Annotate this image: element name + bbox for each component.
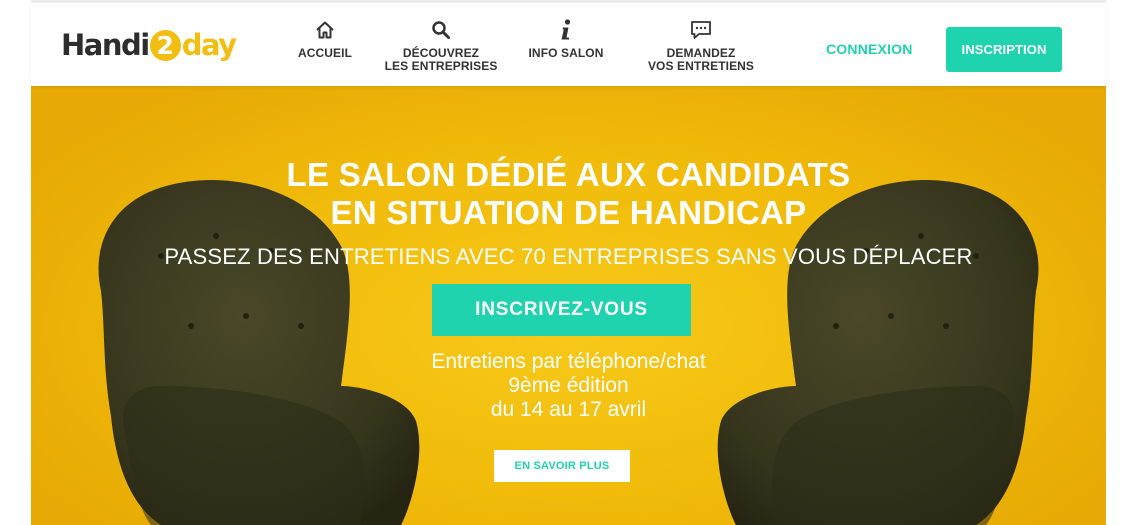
nav-item-demandez[interactable]: DEMANDEZ VOS ENTRETIENS: [631, 18, 771, 78]
event-format: Entretiens par téléphone/chat: [431, 350, 706, 373]
hero-title: LE SALON DÉDIÉ AUX CANDIDATS EN SITUATIO…: [31, 156, 1106, 232]
hero-subtitle: PASSEZ DES ENTRETIENS AVEC 70 ENTREPRISE…: [164, 244, 973, 269]
nav-item-label: ACCUEIL: [297, 46, 353, 60]
nav-item-label: INFO SALON: [528, 46, 604, 60]
chat-icon: [690, 18, 712, 42]
signup-button[interactable]: INSCRIPTION: [946, 27, 1062, 72]
hero-banner: LE SALON DÉDIÉ AUX CANDIDATS EN SITUATIO…: [31, 86, 1106, 525]
nav-item-label: DÉCOUVREZ LES ENTREPRISES: [384, 46, 498, 73]
event-edition: 9ème édition: [508, 374, 629, 397]
register-cta-button[interactable]: INSCRIVEZ-VOUS: [432, 284, 691, 336]
page: Handi 2 day ACCUEIL DÉCOUVREZ LES ENTREP…: [0, 0, 1140, 525]
hero-title-line: LE SALON DÉDIÉ AUX CANDIDATS: [286, 156, 851, 193]
search-icon: [431, 18, 451, 42]
site-logo[interactable]: Handi 2 day: [61, 17, 243, 73]
hero-title-line: EN SITUATION DE HANDICAP: [330, 194, 807, 231]
nav-item-accueil[interactable]: ACCUEIL: [285, 18, 365, 78]
login-link[interactable]: CONNEXION: [826, 41, 913, 57]
learn-more-button[interactable]: EN SAVOIR PLUS: [494, 450, 630, 482]
nav-item-label: DEMANDEZ VOS ENTRETIENS: [647, 46, 755, 73]
logo-wordmark: Handi 2 day: [61, 27, 237, 62]
home-icon: [315, 18, 335, 42]
site-header: Handi 2 day ACCUEIL DÉCOUVREZ LES ENTREP…: [31, 0, 1106, 86]
event-details: Entretiens par téléphone/chat 9ème éditi…: [31, 350, 1106, 422]
nav-item-decouvrez[interactable]: DÉCOUVREZ LES ENTREPRISES: [381, 18, 501, 78]
event-dates: du 14 au 17 avril: [490, 398, 647, 421]
nav-item-info-salon[interactable]: INFO SALON: [516, 18, 616, 78]
info-icon: [559, 18, 573, 42]
